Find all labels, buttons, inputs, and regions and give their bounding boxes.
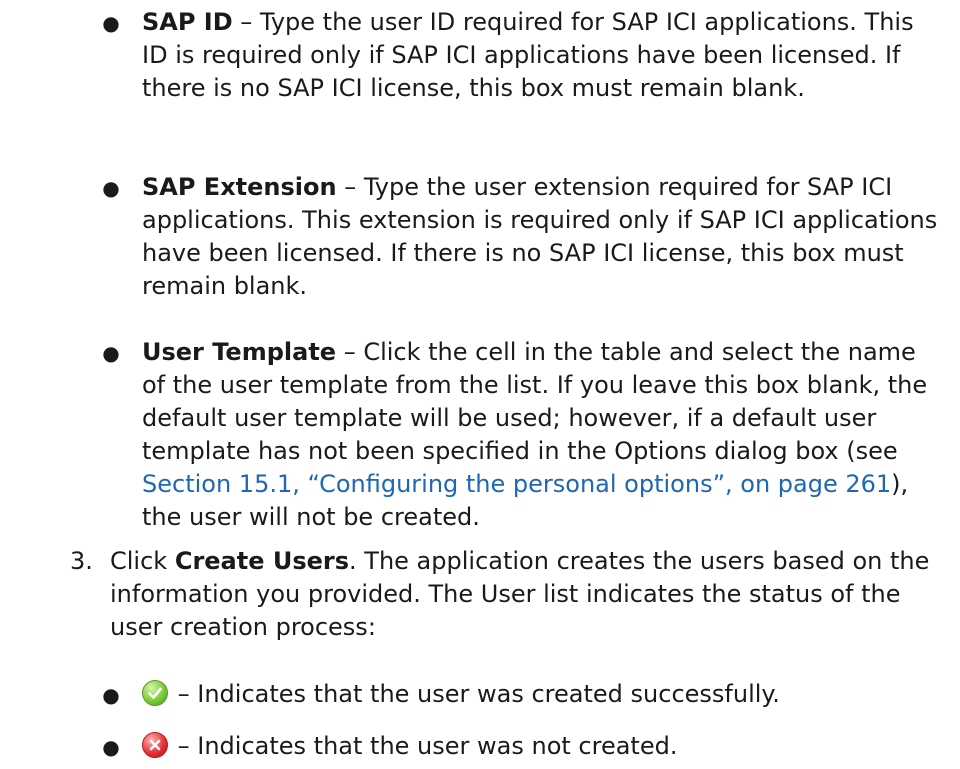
section-link[interactable]: Section 15.1, “Configuring the personal …	[142, 470, 891, 498]
x-mark	[149, 739, 161, 751]
term-sap-id: SAP ID	[142, 8, 233, 36]
term-sap-extension: SAP Extension	[142, 173, 337, 201]
bullet-dot	[101, 6, 121, 40]
bullet-dot	[101, 678, 121, 712]
bullet-sap-id: SAP ID – Type the user ID required for S…	[142, 6, 942, 105]
status-success-item: – Indicates that the user was created su…	[142, 678, 942, 711]
step-number: 3.	[70, 547, 93, 575]
bullet-dot	[101, 171, 121, 205]
document-page: SAP ID – Type the user ID required for S…	[0, 0, 960, 769]
bullet-sap-extension: SAP Extension – Type the user extension …	[142, 171, 942, 303]
description-sap-id: – Type the user ID required for SAP ICI …	[142, 8, 914, 102]
action-create-users: Create Users	[174, 547, 350, 575]
status-success-text: – Indicates that the user was created su…	[170, 680, 780, 708]
status-error-text: – Indicates that the user was not create…	[170, 732, 678, 760]
bullet-dot	[101, 730, 121, 764]
step-prefix: Click	[110, 547, 175, 575]
check-mark	[148, 687, 162, 699]
term-user-template: User Template	[142, 338, 337, 366]
bullet-user-template: User Template – Click the cell in the ta…	[142, 336, 942, 534]
step-3: 3. Click Create Users. The application c…	[70, 545, 940, 644]
bullet-dot	[101, 336, 121, 370]
status-error-item: – Indicates that the user was not create…	[142, 730, 942, 763]
x-error-icon	[142, 732, 168, 758]
check-success-icon	[142, 680, 168, 706]
